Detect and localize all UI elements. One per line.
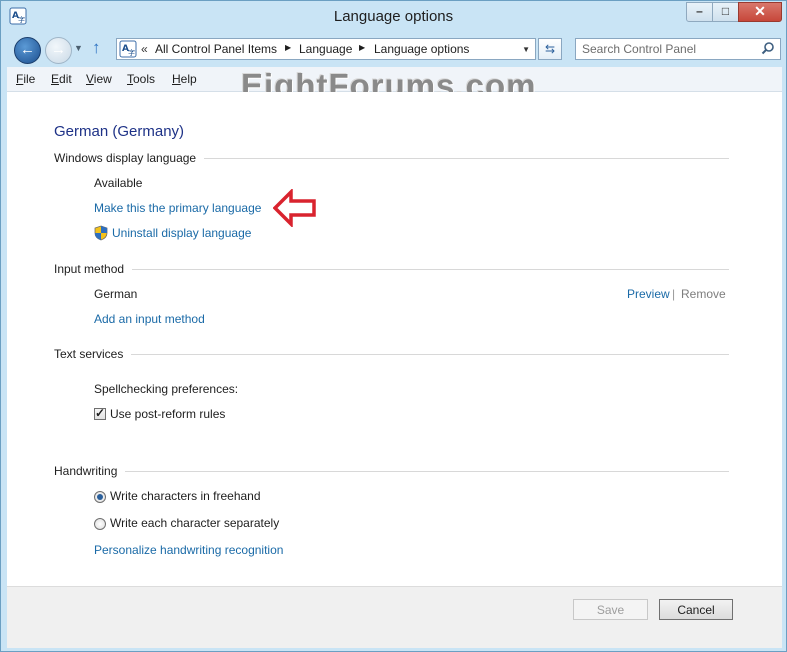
refresh-button[interactable]: ⇆ xyxy=(538,38,562,60)
red-arrow-icon xyxy=(273,189,316,227)
menu-help-access-key: H xyxy=(172,72,181,86)
freehand-label[interactable]: Write characters in freehand xyxy=(110,489,261,503)
display-language-heading: Windows display language xyxy=(54,151,205,165)
maximize-button[interactable]: □ xyxy=(712,2,739,22)
recent-pages-dropdown-icon[interactable]: ▼ xyxy=(74,43,83,53)
control-panel-language-icon: A 字 xyxy=(119,40,137,58)
language-options-window: A 字 Language options – □ ✕ ← → ▼ ↑ A 字 «… xyxy=(0,0,787,652)
display-language-status: Available xyxy=(94,176,143,190)
remove-link[interactable]: Remove xyxy=(681,287,726,301)
make-primary-language-link[interactable]: Make this the primary language xyxy=(94,201,261,215)
up-arrow-icon[interactable]: ↑ xyxy=(92,38,101,58)
forward-button[interactable]: → xyxy=(45,37,72,64)
breadcrumb-language[interactable]: Language xyxy=(299,42,352,56)
menu-edit-label: dit xyxy=(59,72,72,86)
radio-selected-dot xyxy=(97,494,103,500)
address-dropdown-icon[interactable]: ▼ xyxy=(522,45,530,54)
minimize-button[interactable]: – xyxy=(686,2,713,22)
add-input-method-link[interactable]: Add an input method xyxy=(94,312,205,326)
checkmark-icon: ✓ xyxy=(95,406,106,420)
save-button-label: Save xyxy=(596,603,625,617)
post-reform-checkbox[interactable]: ✓ xyxy=(94,406,106,420)
cancel-button[interactable]: Cancel xyxy=(659,599,733,620)
cancel-button-label: Cancel xyxy=(677,603,715,617)
title-bar: A 字 Language options – □ ✕ xyxy=(1,1,786,33)
uninstall-display-language-link[interactable]: Uninstall display language xyxy=(112,226,251,240)
uac-shield-icon xyxy=(94,225,108,241)
personalize-handwriting-link[interactable]: Personalize handwriting recognition xyxy=(94,543,283,557)
breadcrumb-language-options[interactable]: Language options xyxy=(374,42,469,56)
breadcrumb-all-control-panel-items[interactable]: All Control Panel Items xyxy=(155,42,277,56)
text-services-heading: Text services xyxy=(54,347,132,361)
forward-arrow-icon: → xyxy=(51,41,66,58)
menu-edit[interactable]: Edit xyxy=(51,72,72,86)
close-icon: ✕ xyxy=(754,3,766,19)
navigation-bar: ← → ▼ ↑ A 字 « All Control Panel Items ▶ … xyxy=(1,33,786,67)
handwriting-heading: Handwriting xyxy=(54,464,126,478)
menu-tools[interactable]: Tools xyxy=(127,72,155,86)
menu-file-label: ile xyxy=(23,72,36,86)
back-arrow-icon: ← xyxy=(20,41,35,58)
search-box[interactable] xyxy=(575,38,781,60)
dialog-footer: Save Cancel xyxy=(7,586,782,648)
link-separator: | xyxy=(672,287,676,301)
separately-radio[interactable] xyxy=(94,518,106,530)
breadcrumb-separator-icon[interactable]: ▶ xyxy=(359,43,365,52)
save-button[interactable]: Save xyxy=(573,599,648,620)
menu-help[interactable]: Help xyxy=(172,72,197,86)
menu-tools-label: ools xyxy=(133,72,156,86)
search-input[interactable] xyxy=(582,41,752,57)
menu-view-label: iew xyxy=(93,72,112,86)
breadcrumb-separator-icon[interactable]: ▶ xyxy=(285,43,291,52)
section-divider xyxy=(54,354,729,355)
input-method-heading: Input method xyxy=(54,262,133,276)
menu-help-label: elp xyxy=(180,72,197,86)
back-button[interactable]: ← xyxy=(14,37,41,64)
preview-link[interactable]: Preview xyxy=(627,287,670,301)
menu-edit-access-key: E xyxy=(51,72,60,86)
spellchecking-preferences-label: Spellchecking preferences: xyxy=(94,382,239,396)
close-button[interactable]: ✕ xyxy=(738,2,782,22)
maximize-icon: □ xyxy=(721,4,730,18)
separately-label[interactable]: Write each character separately xyxy=(110,516,279,530)
main-content: German (Germany) Windows display languag… xyxy=(7,92,782,586)
window-title: Language options xyxy=(333,8,454,25)
refresh-icon: ⇆ xyxy=(544,42,556,56)
input-method-name: German xyxy=(94,287,138,301)
page-title: German (Germany) xyxy=(54,123,185,140)
address-bar[interactable]: A 字 « All Control Panel Items ▶ Language… xyxy=(116,38,536,60)
post-reform-label[interactable]: Use post-reform rules xyxy=(110,407,225,421)
section-divider xyxy=(54,471,729,472)
section-divider xyxy=(54,269,729,270)
svg-text:字: 字 xyxy=(128,48,135,57)
menu-view-access-key: V xyxy=(86,72,94,86)
breadcrumb-overflow-icon[interactable]: « xyxy=(141,42,148,56)
freehand-radio[interactable] xyxy=(94,491,106,503)
menu-view[interactable]: View xyxy=(86,72,112,86)
search-icon[interactable] xyxy=(761,41,775,55)
menu-file[interactable]: File xyxy=(16,72,35,86)
minimize-icon: – xyxy=(696,4,703,18)
